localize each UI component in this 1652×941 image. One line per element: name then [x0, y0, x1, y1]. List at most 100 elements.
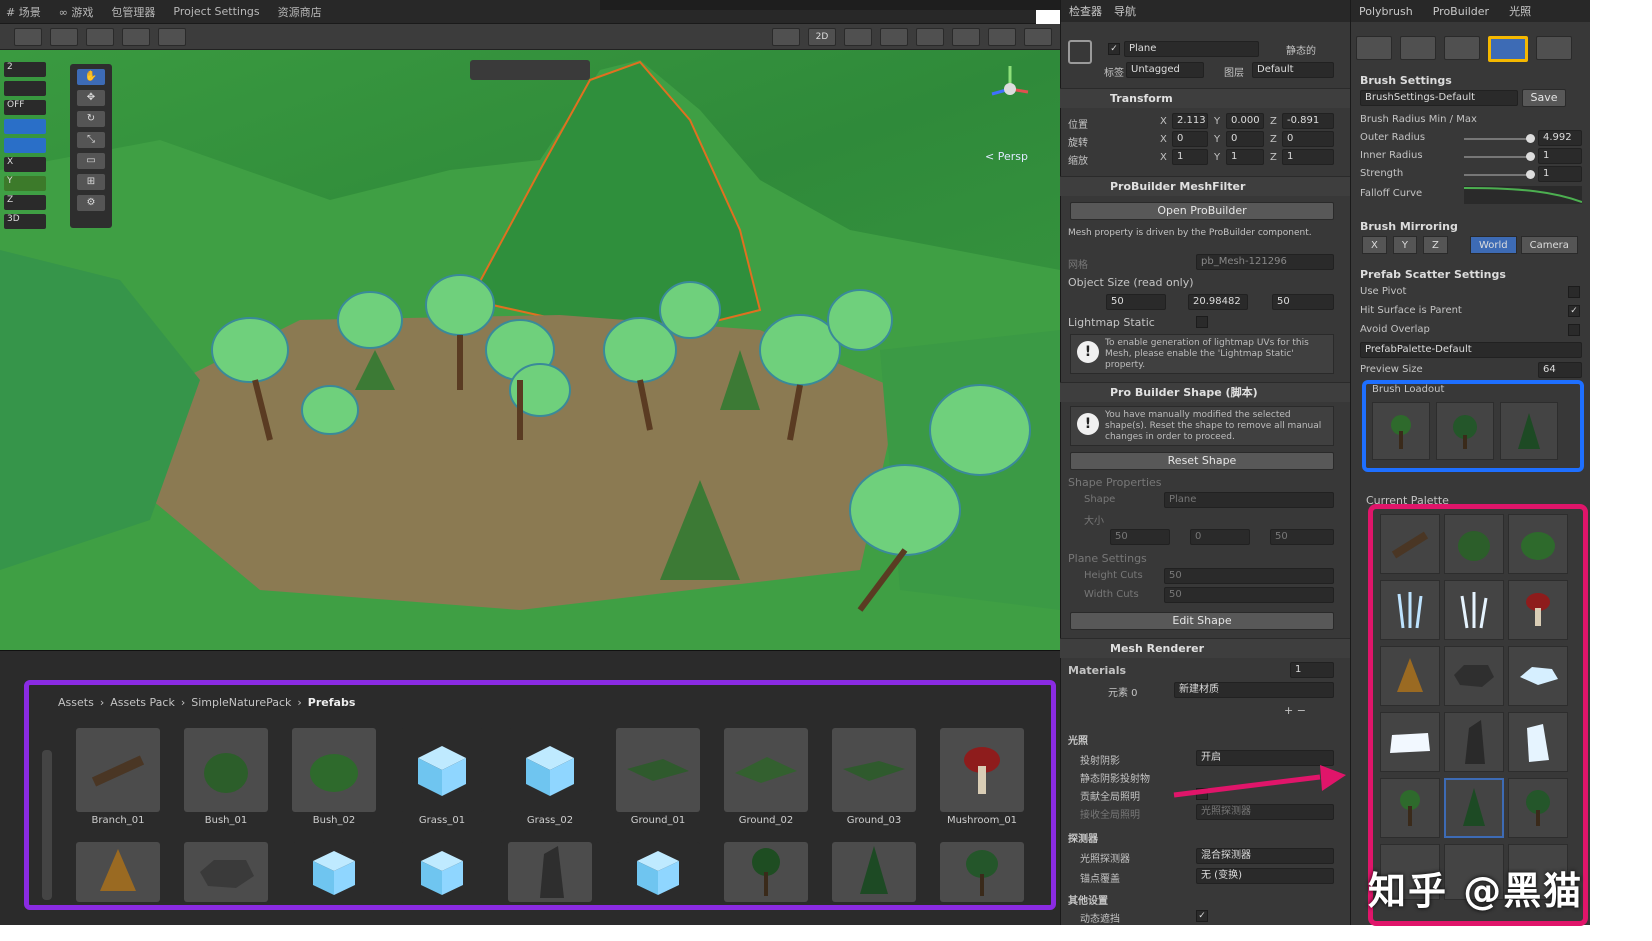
strength-slider[interactable]	[1464, 174, 1528, 176]
hand-tool-icon[interactable]: ✋	[77, 69, 105, 85]
object-name-field[interactable]: Plane	[1124, 41, 1259, 57]
tab-scene[interactable]: # 场景	[6, 4, 41, 20]
audio-toggle-button[interactable]	[880, 27, 908, 46]
tab-navigation[interactable]: 导航	[1114, 3, 1136, 19]
crumb-assets[interactable]: Assets	[58, 696, 94, 709]
rot-z-field[interactable]: 0	[1282, 131, 1334, 147]
crumb-assets-pack[interactable]: Assets Pack	[110, 696, 175, 709]
probes-label[interactable]: 探测器	[1068, 830, 1098, 845]
inner-radius-slider[interactable]	[1464, 156, 1528, 158]
light-probes-dropdown[interactable]: 混合探测器	[1196, 848, 1334, 864]
off-toggle[interactable]: OFF	[4, 100, 46, 115]
asset-tile[interactable]: Grass_02	[508, 728, 592, 826]
pos-x-field[interactable]: 2.113	[1172, 113, 1208, 129]
move-tool-icon[interactable]: ✥	[77, 90, 105, 106]
palette-slot[interactable]	[1444, 580, 1504, 640]
tab-project-settings[interactable]: Project Settings	[173, 5, 259, 18]
palette-slot[interactable]	[1508, 646, 1568, 706]
avoid-overlap-checkbox[interactable]	[1568, 324, 1580, 336]
scale-y-field[interactable]: 1	[1226, 149, 1264, 165]
tab-game[interactable]: ∞ 游戏	[59, 4, 94, 20]
asset-tile[interactable]	[832, 842, 916, 902]
project-scrollbar[interactable]	[42, 750, 52, 900]
palette-slot[interactable]	[1380, 712, 1440, 772]
mirror-x-button[interactable]: X	[1362, 236, 1387, 254]
paint-mode-icon[interactable]	[1444, 36, 1480, 60]
y-axis-toggle[interactable]: Y	[4, 176, 46, 191]
asset-tile[interactable]: Branch_01	[76, 728, 160, 826]
camera-space-button[interactable]: Camera	[1520, 236, 1578, 254]
dynamic-occlusion-checkbox[interactable]: ✓	[1196, 910, 1208, 922]
tab-asset-store[interactable]: 资源商店	[278, 4, 322, 20]
hit-surface-checkbox[interactable]: ✓	[1568, 305, 1580, 317]
palette-slot[interactable]	[1508, 778, 1568, 838]
shape-properties-label[interactable]: Shape Properties	[1068, 476, 1162, 489]
x-axis-toggle[interactable]: X	[4, 157, 46, 172]
palette-slot-selected[interactable]	[1444, 778, 1504, 838]
palette-slot[interactable]	[1508, 580, 1568, 640]
materials-count[interactable]: 1	[1290, 662, 1334, 678]
tab-lighting[interactable]: 光照	[1509, 3, 1531, 19]
pos-y-field[interactable]: 0.000	[1226, 113, 1264, 129]
shape-header[interactable]: Pro Builder Shape (脚本)	[1060, 382, 1350, 402]
lock-icon[interactable]	[4, 138, 46, 153]
strength-field[interactable]: 1	[1538, 166, 1582, 182]
open-probuilder-button[interactable]: Open ProBuilder	[1070, 202, 1334, 220]
outer-radius-knob[interactable]	[1526, 134, 1535, 143]
asset-tile[interactable]: Ground_01	[616, 728, 700, 826]
use-pivot-checkbox[interactable]	[1568, 286, 1580, 298]
material-field[interactable]: 新建材质	[1174, 682, 1334, 698]
palette-slot[interactable]	[1380, 580, 1440, 640]
reset-shape-button[interactable]: Reset Shape	[1070, 452, 1334, 470]
palette-dropdown[interactable]: PrefabPalette-Default	[1360, 342, 1582, 358]
custom-tool-icon[interactable]: ⚙	[77, 195, 105, 211]
asset-tile[interactable]: Grass_01	[400, 728, 484, 826]
effects-toggle-button[interactable]	[916, 27, 944, 46]
rotate-tool-icon[interactable]: ↻	[77, 111, 105, 127]
crumb-simple-nature[interactable]: SimpleNaturePack	[191, 696, 291, 709]
outer-radius-field[interactable]: 4.992	[1538, 130, 1582, 146]
crumb-prefabs[interactable]: Prefabs	[308, 696, 356, 709]
inner-radius-field[interactable]: 1	[1538, 148, 1582, 164]
gizmos-button[interactable]	[1024, 27, 1052, 46]
rot-x-field[interactable]: 0	[1172, 131, 1208, 147]
lighting-label[interactable]: 光照	[1068, 732, 1088, 747]
cast-shadows-dropdown[interactable]: 开启	[1196, 750, 1334, 766]
palette-slot[interactable]	[1508, 712, 1568, 772]
meshfilter-header[interactable]: ProBuilder MeshFilter	[1060, 176, 1350, 196]
asset-tile[interactable]	[724, 842, 808, 902]
transform-header[interactable]: Transform	[1060, 88, 1350, 108]
loadout-slot[interactable]	[1500, 402, 1558, 460]
asset-tile[interactable]	[616, 842, 700, 902]
brush-preset-dropdown[interactable]: BrushSettings-Default	[1360, 90, 1518, 106]
asset-tile[interactable]: Bush_01	[184, 728, 268, 826]
world-space-button[interactable]: World	[1470, 236, 1517, 254]
visibility-icon[interactable]	[4, 81, 46, 96]
orientation-gizmo[interactable]	[990, 64, 1030, 114]
grid-snap-button[interactable]	[86, 27, 114, 46]
scene-viewport[interactable]: < Persp	[0, 50, 1060, 650]
asset-tile[interactable]	[184, 842, 268, 902]
z-axis-toggle[interactable]: Z	[4, 195, 46, 210]
rot-y-field[interactable]: 0	[1226, 131, 1264, 147]
3d-toggle[interactable]: 3D	[4, 214, 46, 229]
asset-tile[interactable]	[292, 842, 376, 902]
inner-radius-knob[interactable]	[1526, 152, 1535, 161]
asset-tile[interactable]: Ground_03	[832, 728, 916, 826]
active-checkbox[interactable]: ✓	[1108, 43, 1120, 55]
asset-tile[interactable]: Mushroom_01	[940, 728, 1024, 826]
strength-knob[interactable]	[1526, 170, 1535, 179]
loadout-slot[interactable]	[1372, 402, 1430, 460]
brush-radius-label[interactable]: Brush Radius Min / Max	[1360, 114, 1477, 125]
smooth-mode-icon[interactable]	[1400, 36, 1436, 60]
loadout-slot[interactable]	[1436, 402, 1494, 460]
asset-tile[interactable]	[508, 842, 592, 902]
tab-probuilder[interactable]: ProBuilder	[1433, 5, 1489, 18]
scale-z-field[interactable]: 1	[1282, 149, 1334, 165]
preview-size-field[interactable]: 64	[1538, 362, 1582, 378]
scale-tool-icon[interactable]: ⤡	[77, 132, 105, 148]
tab-inspector[interactable]: 检查器	[1069, 3, 1102, 19]
palette-slot[interactable]	[1380, 778, 1440, 838]
asset-tile[interactable]: Bush_02	[292, 728, 376, 826]
save-button[interactable]: Save	[1522, 89, 1566, 107]
